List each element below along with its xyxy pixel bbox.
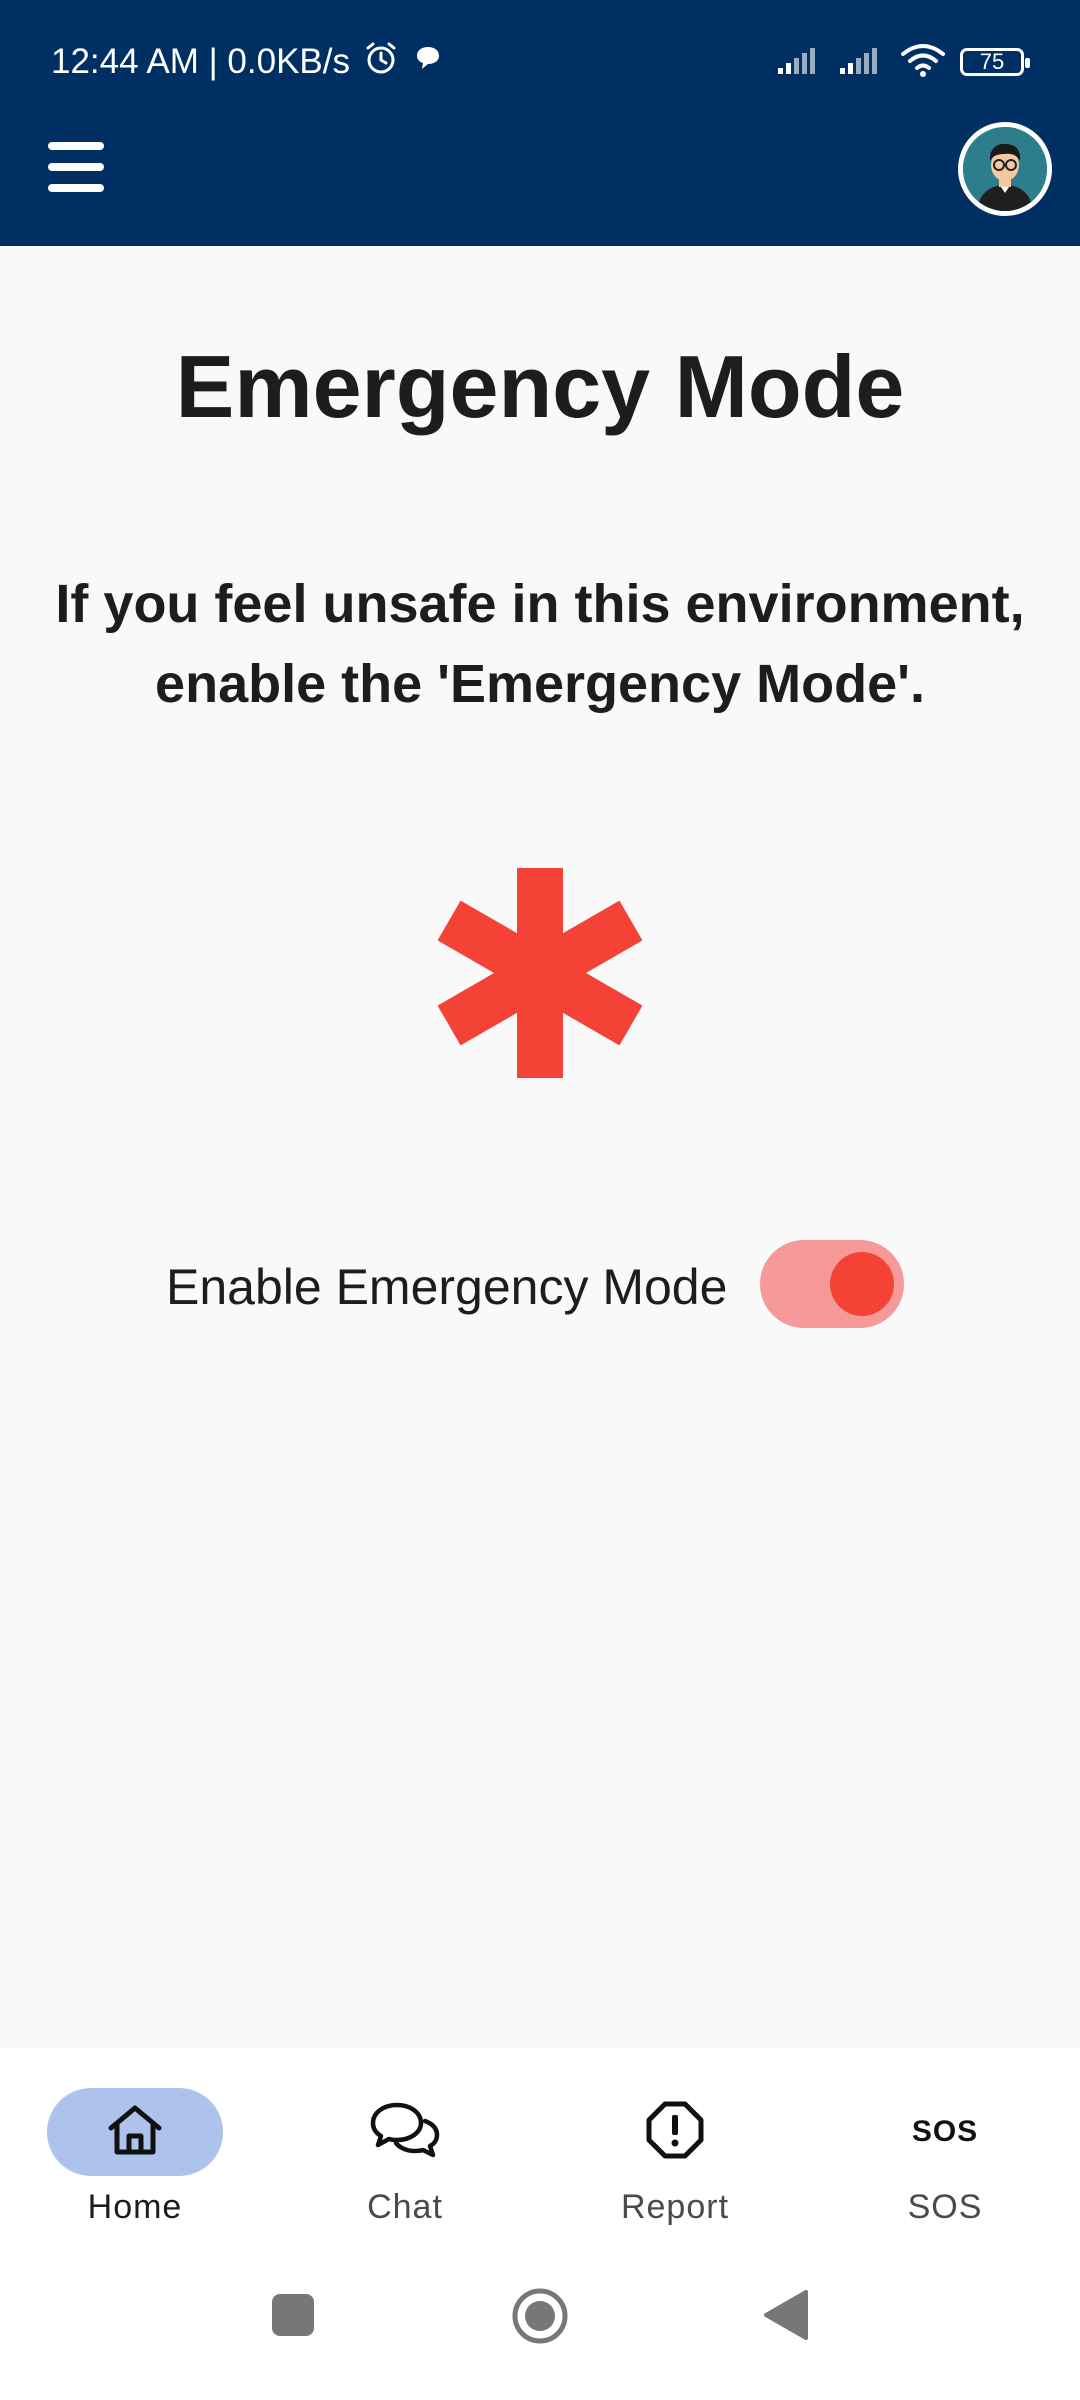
home-button[interactable] — [510, 2286, 570, 2351]
chat-icon — [367, 2099, 443, 2166]
toggle-label: Enable Emergency Mode — [166, 1259, 728, 1315]
menu-icon[interactable] — [48, 142, 104, 192]
switch-thumb — [830, 1252, 894, 1316]
nav-report-label: Report — [620, 2188, 730, 2226]
alarm-icon — [362, 39, 400, 86]
nav-report[interactable]: Report — [585, 2088, 765, 2228]
page-description: If you feel unsafe in this environment, … — [40, 564, 1040, 724]
recent-apps-button[interactable] — [270, 2292, 316, 2343]
nav-home-label: Home — [87, 2188, 183, 2226]
emergency-mode-switch[interactable] — [760, 1240, 904, 1328]
message-bubble-icon — [412, 42, 444, 83]
page-title: Emergency Mode — [175, 337, 905, 436]
status-bar-left: 12:44 AM | 0.0KB/s — [51, 38, 444, 86]
emergency-mode-screen: 12:44 AM | 0.0KB/s 75 Emergency Mode If … — [0, 0, 1080, 2400]
report-icon — [645, 2100, 705, 2165]
signal-icon-2 — [838, 44, 886, 81]
sos-icon: SOS — [911, 2115, 979, 2148]
status-bar-right: 75 — [776, 38, 1030, 86]
battery-level: 75 — [979, 49, 1005, 74]
signal-icon — [776, 44, 824, 81]
wifi-icon — [900, 42, 946, 83]
nav-chat[interactable]: Chat — [315, 2088, 495, 2228]
bottom-navigation: Home Chat Report SOS SOS — [0, 2048, 1080, 2232]
nav-sos[interactable]: SOS SOS — [855, 2088, 1035, 2228]
nav-home[interactable]: Home — [45, 2088, 225, 2228]
nav-sos-label: SOS — [907, 2188, 983, 2226]
emergency-asterisk-icon — [437, 868, 643, 1078]
profile-avatar[interactable] — [958, 122, 1052, 216]
top-app-bar: 12:44 AM | 0.0KB/s 75 — [0, 0, 1080, 246]
description-line-1: If you feel unsafe in this environment, — [55, 574, 1025, 634]
back-button[interactable] — [762, 2288, 810, 2347]
status-time-speed: 12:44 AM | 0.0KB/s — [51, 42, 350, 81]
description-line-2: enable the 'Emergency Mode'. — [155, 654, 925, 714]
nav-home-indicator — [47, 2088, 223, 2176]
battery-icon: 75 — [960, 48, 1030, 76]
home-icon — [105, 2102, 165, 2163]
emergency-mode-toggle-row: Enable Emergency Mode — [0, 1240, 1080, 1334]
nav-chat-label: Chat — [367, 2188, 443, 2226]
system-navigation-bar — [0, 2232, 1080, 2400]
